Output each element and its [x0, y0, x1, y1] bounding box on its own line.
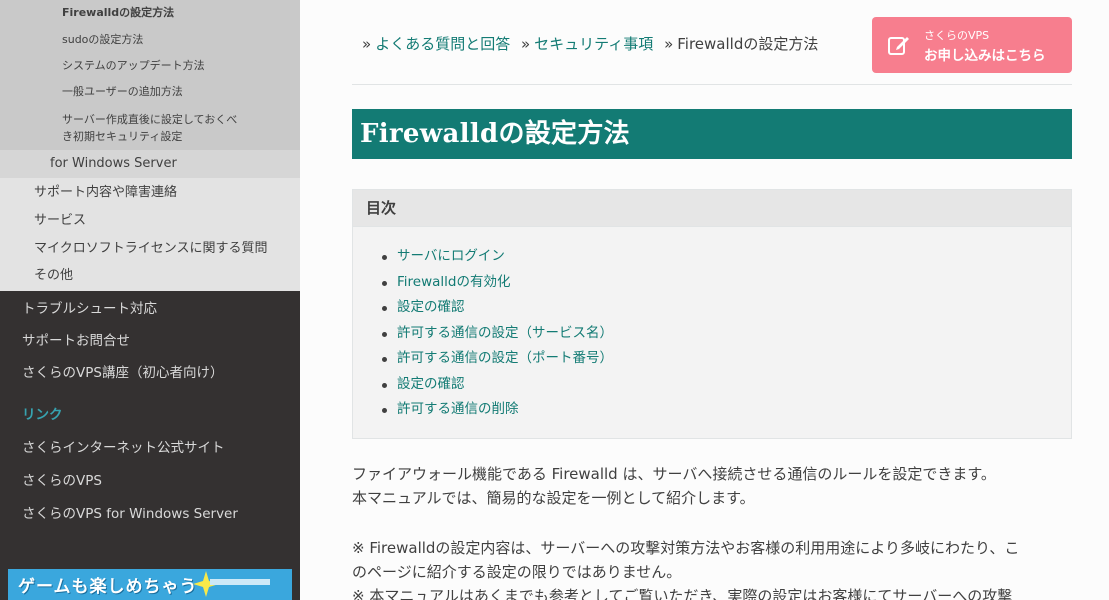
- toc-item: 許可する通信の設定（ポート番号）: [381, 346, 1071, 372]
- toc-item: Firewalldの有効化: [381, 270, 1071, 296]
- apply-button-label: お申し込みはこちら: [924, 48, 1046, 64]
- breadcrumb-separator: »: [520, 35, 531, 53]
- toc-item: 設定の確認: [381, 372, 1071, 398]
- toc-list: サーバにログイン Firewalldの有効化 設定の確認 許可する通信の設定（サ…: [353, 227, 1071, 423]
- promo-banner[interactable]: ゲームも楽しめちゃう: [8, 569, 292, 600]
- breadcrumb: » よくある質問と回答 » セキュリティ事項 » Firewalldの設定方法: [362, 33, 818, 54]
- promo-banner-text: ゲームも楽しめちゃう: [18, 577, 198, 597]
- breadcrumb-faq[interactable]: よくある質問と回答: [375, 35, 510, 53]
- toc-link-remove[interactable]: 許可する通信の削除: [397, 401, 519, 417]
- sidebar-item-sudo[interactable]: sudoの設定方法: [0, 26, 300, 52]
- sidebar-item-vps-course[interactable]: さくらのVPS講座（初心者向け）: [0, 362, 300, 394]
- divider: [352, 84, 1072, 85]
- toc-link-allow-service[interactable]: 許可する通信の設定（サービス名）: [397, 325, 613, 341]
- pen-edit-icon: [888, 37, 909, 55]
- sidebar-links-list: さくらインターネット公式サイト さくらのVPS さくらのVPS for Wind…: [0, 437, 300, 536]
- breadcrumb-separator: »: [362, 35, 372, 53]
- sidebar-item-service[interactable]: サービス: [0, 207, 300, 236]
- toc-item: 設定の確認: [381, 295, 1071, 321]
- sidebar-item-ms-license[interactable]: マイクロソフトライセンスに関する質問: [0, 236, 300, 262]
- sidebar: Firewalldの設定方法 sudoの設定方法 システムのアップデート方法 一…: [0, 0, 300, 600]
- toc-item: 許可する通信の削除: [381, 397, 1071, 423]
- page-title: Firewalldの設定方法: [352, 109, 1072, 159]
- note-paragraph: ※ Firewalldの設定内容は、サーバーへの攻撃対策方法やお客様の利用用途に…: [352, 536, 1072, 600]
- apply-button-service: さくらのVPS: [924, 29, 990, 42]
- apply-button[interactable]: さくらのVPS お申し込みはこちら: [872, 17, 1072, 73]
- intro-line-1: ファイアウォール機能である Firewalld は、サーバへ接続させる通信のルー…: [352, 465, 996, 483]
- sidebar-link-sakura-vps[interactable]: さくらのVPS: [0, 470, 300, 503]
- sidebar-item-troubleshoot[interactable]: トラブルシュート対応: [0, 298, 300, 330]
- toc-link-allow-port[interactable]: 許可する通信の設定（ポート番号）: [397, 350, 613, 366]
- sidebar-item-support[interactable]: サポート内容や障害連絡: [0, 178, 300, 207]
- sidebar-level3-list: Firewalldの設定方法 sudoの設定方法 システムのアップデート方法 一…: [0, 0, 300, 150]
- note-line-2: のページに紹介する設定の限りではありません。: [352, 563, 682, 581]
- sidebar-link-sakura-official[interactable]: さくらインターネット公式サイト: [0, 437, 300, 470]
- toc-link-login[interactable]: サーバにログイン: [397, 248, 505, 264]
- toc-link-check-2[interactable]: 設定の確認: [397, 376, 465, 392]
- sidebar-item-add-user[interactable]: 一般ユーザーの追加方法: [0, 78, 300, 104]
- table-of-contents: 目次 サーバにログイン Firewalldの有効化 設定の確認 許可する通信の設…: [352, 189, 1072, 439]
- sidebar-item-firewalld[interactable]: Firewalldの設定方法: [0, 0, 300, 26]
- intro-line-2: 本マニュアルでは、簡易的な設定を一例として紹介します。: [352, 489, 755, 507]
- toc-link-check[interactable]: 設定の確認: [397, 299, 465, 315]
- note-line-1: ※ Firewalldの設定内容は、サーバーへの攻撃対策方法やお客様の利用用途に…: [352, 539, 1020, 557]
- note-line-3: ※ 本マニュアルはあくまでも参考としてご覧いただき、実際の設定はお客様にてサーバ…: [352, 587, 1013, 600]
- toc-link-enable[interactable]: Firewalldの有効化: [397, 274, 510, 290]
- sidebar-level1-list: トラブルシュート対応 サポートお問合せ さくらのVPS講座（初心者向け）: [0, 291, 300, 394]
- breadcrumb-current: Firewalldの設定方法: [677, 35, 819, 53]
- sidebar-item-initial-security[interactable]: サーバー作成直後に設定しておくべき初期セキュリティ設定: [0, 104, 300, 150]
- toc-heading: 目次: [353, 190, 1071, 227]
- main-content: » よくある質問と回答 » セキュリティ事項 » Firewalldの設定方法 さくら…: [300, 0, 1109, 600]
- sidebar-caption-links: リンク: [22, 407, 63, 423]
- toc-item: サーバにログイン: [381, 244, 1071, 270]
- toc-item: 許可する通信の設定（サービス名）: [381, 321, 1071, 347]
- banner-decoration: [210, 579, 270, 585]
- intro-paragraph: ファイアウォール機能である Firewalld は、サーバへ接続させる通信のルー…: [352, 462, 1072, 510]
- breadcrumb-security[interactable]: セキュリティ事項: [534, 35, 653, 53]
- sidebar-item-contact[interactable]: サポートお問合せ: [0, 330, 300, 362]
- sidebar-item-windows-server[interactable]: for Windows Server: [0, 150, 300, 178]
- sidebar-level2-list: サポート内容や障害連絡 サービス マイクロソフトライセンスに関する質問 その他: [0, 178, 300, 291]
- sidebar-link-vps-windows[interactable]: さくらのVPS for Windows Server: [0, 503, 300, 536]
- sidebar-item-other[interactable]: その他: [0, 262, 300, 291]
- sidebar-item-system-update[interactable]: システムのアップデート方法: [0, 52, 300, 78]
- breadcrumb-separator: »: [664, 35, 674, 53]
